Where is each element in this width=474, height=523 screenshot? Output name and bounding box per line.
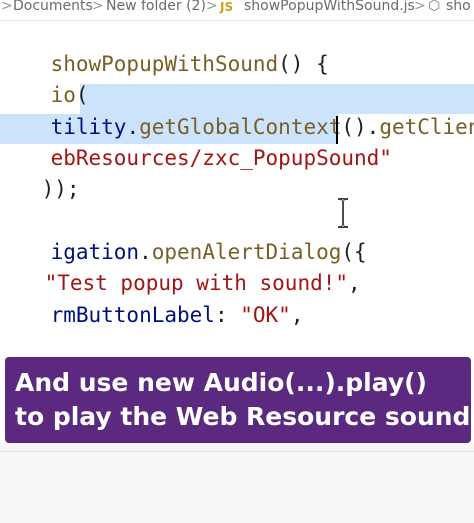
chevron-right-icon: > bbox=[206, 0, 218, 14]
breadcrumb-file[interactable]: showPopupWithSound.js bbox=[244, 0, 415, 14]
chevron-right-icon: > bbox=[414, 0, 426, 14]
code-line: )); bbox=[41, 177, 80, 201]
code-line: igation.openAlertDialog({ bbox=[50, 240, 367, 264]
javascript-file-icon: JS bbox=[220, 0, 234, 14]
lower-panel bbox=[0, 443, 474, 523]
breadcrumb-new-folder[interactable]: New folder (2) bbox=[106, 0, 206, 14]
text-cursor bbox=[336, 116, 338, 144]
caption-line-2: to play the Web Resource sound. bbox=[15, 402, 474, 431]
code-line: rmButtonLabel: "OK", bbox=[50, 303, 304, 327]
code-line: ebResources/zxc_PopupSound" bbox=[50, 146, 392, 170]
chevron-right-icon: > bbox=[1, 0, 13, 14]
breadcrumb-symbol[interactable]: sho bbox=[446, 0, 471, 14]
chevron-right-icon: > bbox=[92, 0, 104, 14]
caption-banner: And use new Audio(...).play() to play th… bbox=[5, 357, 474, 443]
caption-line-1: And use new Audio(...).play() bbox=[15, 368, 427, 397]
code-line: "Test popup with sound!", bbox=[44, 271, 361, 295]
breadcrumb-documents[interactable]: Documents bbox=[13, 0, 93, 14]
code-line: tility.getGlobalContext().getClientUrl bbox=[50, 115, 474, 139]
breadcrumb: > Documents > New folder (2) > JS showPo… bbox=[0, 0, 474, 21]
code-line: io( bbox=[50, 83, 89, 107]
divider bbox=[0, 451, 474, 452]
code-line: showPopupWithSound() { bbox=[50, 52, 329, 76]
code-editor[interactable]: showPopupWithSound() { io( tility.getGlo… bbox=[0, 20, 474, 363]
symbol-cube-icon: ⬡ bbox=[428, 0, 441, 14]
